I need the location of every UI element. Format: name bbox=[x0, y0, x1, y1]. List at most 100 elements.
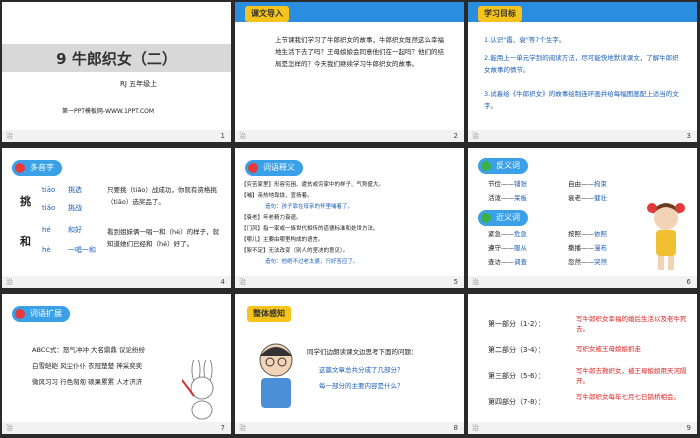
example-sentence-2: 造句：他绝不过老太婆，只好答应了。 bbox=[265, 259, 359, 265]
pinyin-2b: hè bbox=[42, 246, 51, 254]
part-3-desc: 写牛郎去救织女，被王母娘娘用天河隔开。 bbox=[576, 367, 687, 385]
question-1: 这篇文章总共分成了几部分？ bbox=[319, 366, 404, 374]
slide-9[interactable]: 第一部分（1-2）： 写牛郎织女幸福的婚后生活以及老牛死去。 第二部分（3-4）… bbox=[468, 294, 697, 434]
question-intro: 同学们边朗读课文边思考下面的问题： bbox=[307, 348, 418, 356]
slide-3[interactable]: 学习目标 1.认识"霞、衰"等7个生字。 2.能用上一单元学到的阅读方法，尽可能… bbox=[468, 2, 697, 142]
slide-number: 2 bbox=[453, 132, 458, 140]
example-1: 只要挑（tiǎo）战成功，你就有资格挑（tiāo）选奖品了。 bbox=[107, 186, 217, 206]
word-line-1: ABCC式：怒气冲冲 大名鼎鼎 议论纷纷 bbox=[32, 346, 146, 354]
example-sentence-1: 造句：孩子靠在母亲的怀里哺着了。 bbox=[265, 204, 354, 210]
example-2: 看到姐妹俩一唱一和（hè）的样子，就知道她们已经和（hé）好了。 bbox=[107, 228, 220, 248]
definition-5: 【哪儿】主要由哪里构成的语言。 bbox=[241, 237, 324, 243]
section-tag: 多音字 bbox=[12, 160, 62, 176]
section-tag: 课文导入 bbox=[245, 6, 289, 22]
section-tag: 整体感知 bbox=[247, 306, 291, 322]
slide-5[interactable]: 词语释义 【穷苦家里】形容穷困、遭贫或穷家中的样子、气势盛大。 【哺】亲热地靠拢… bbox=[235, 148, 464, 288]
intro-text: 上节课我们学习了牛郎织女的故事，牛郎织女既然这么幸福地生活下去了吗？王母娘娘会同… bbox=[275, 36, 444, 68]
antonym-pair: 自由——拘束 bbox=[568, 180, 607, 188]
synonym-pair: 遵守——服从 bbox=[488, 244, 527, 252]
goal-2: 2.能用上一单元学到的阅读方法，尽可能快地默读课文，了解牛郎织女故事的情节。 bbox=[484, 54, 679, 74]
word-2a: 和好 bbox=[68, 226, 82, 234]
slide-4[interactable]: 多音字 挑 tiāo 挑选 tiǎo 挑战 只要挑（tiǎo）战成功，你就有资格… bbox=[2, 148, 231, 288]
slide-6[interactable]: 反义词 节俭——铺张 自由——拘束 活泼——呆板 衰老——健壮 近义词 紧急——… bbox=[468, 148, 697, 288]
word-line-2: 白雪皑皑 风尘仆仆 衣冠楚楚 神采奕奕 bbox=[32, 362, 143, 370]
slide-footer: 治6 bbox=[468, 276, 697, 288]
part-4-desc: 写牛郎织女每年七月七日鹊桥相会。 bbox=[576, 393, 680, 401]
slide-number: 4 bbox=[220, 278, 225, 286]
part-4-label: 第四部分（7-8）： bbox=[488, 398, 545, 406]
slide-1[interactable]: 9 牛郎织女（二） RJ 五年级上 第一PPT模板网-WWW.1PPT.COM … bbox=[2, 2, 231, 142]
slide-number: 6 bbox=[686, 278, 691, 286]
slide-footer: 治2 bbox=[235, 130, 464, 142]
section-tag: 词语扩展 bbox=[12, 306, 70, 322]
slide-footer: 治3 bbox=[468, 130, 697, 142]
antonym-tag: 反义词 bbox=[478, 158, 528, 174]
word-1b: 挑战 bbox=[68, 204, 82, 212]
part-3-label: 第三部分（5-6）： bbox=[488, 372, 545, 380]
slide-number: 9 bbox=[686, 424, 691, 432]
boy-illustration bbox=[259, 343, 293, 408]
section-tag-label: 多音字 bbox=[30, 163, 54, 172]
footer-left: 治 bbox=[472, 278, 479, 286]
template-url: 第一PPT模板网-WWW.1PPT.COM bbox=[62, 108, 155, 115]
question-2: 每一部分的主要内容是什么？ bbox=[319, 382, 404, 390]
girl-illustration bbox=[647, 203, 685, 270]
synonym-pair: 忽然——突然 bbox=[568, 258, 607, 266]
slide-number: 7 bbox=[220, 424, 225, 432]
antonym-tag-label: 反义词 bbox=[496, 161, 520, 170]
part-1-desc: 写牛郎织女幸福的婚后生活以及老牛死去。 bbox=[576, 315, 687, 333]
rabbit-illustration bbox=[182, 360, 214, 420]
part-2-label: 第二部分（3-4）： bbox=[488, 346, 545, 354]
slide-number: 3 bbox=[686, 132, 691, 140]
slide-footer: 治8 bbox=[235, 422, 464, 434]
section-tag: 学习目标 bbox=[478, 6, 522, 22]
slide-number: 8 bbox=[453, 424, 458, 432]
synonym-tag: 近义词 bbox=[478, 210, 528, 226]
dot-icon bbox=[481, 161, 491, 171]
dot-icon bbox=[248, 163, 258, 173]
definition-1: 【穷苦家里】形容穷困、遭贫或穷家中的样子、气势盛大。 bbox=[241, 182, 385, 188]
synonym-tag-label: 近义词 bbox=[496, 213, 520, 222]
slide-footer: 治4 bbox=[2, 276, 231, 288]
goal-1: 1.认识"霞、衰"等7个生字。 bbox=[484, 36, 566, 44]
slide-8[interactable]: 整体感知 同学们边朗读课文边思考下面的问题： 这篇文章总共分成了几部分？ 每一部… bbox=[235, 294, 464, 434]
word-line-3: 微风习习 行色匆匆 硕果累累 人才济济 bbox=[32, 378, 143, 386]
slide-grid: 9 牛郎织女（二） RJ 五年级上 第一PPT模板网-WWW.1PPT.COM … bbox=[0, 0, 700, 438]
part-1-label: 第一部分（1-2）： bbox=[488, 320, 545, 328]
slide-number: 5 bbox=[453, 278, 458, 286]
footer-left: 治 bbox=[239, 278, 246, 286]
slide-footer: 治1 bbox=[2, 130, 231, 142]
goal-3: 3.试着给《牛郎织女》的故事绘制连环画并给每幅图画配上适当的文字。 bbox=[484, 90, 679, 110]
footer-left: 治 bbox=[239, 424, 246, 432]
definition-6: 【絮不定】无法改变（别人的坚决的意见）。 bbox=[241, 248, 349, 254]
section-tag: 词语释义 bbox=[245, 160, 303, 176]
dot-icon bbox=[15, 309, 25, 319]
poly-char-1: 挑 bbox=[20, 195, 31, 208]
section-tag-label: 词语扩展 bbox=[30, 309, 62, 318]
slide-footer: 治5 bbox=[235, 276, 464, 288]
footer-left: 治 bbox=[6, 132, 13, 140]
pinyin-1b: tiǎo bbox=[42, 204, 56, 212]
antonym-pair: 衰老——健壮 bbox=[568, 194, 607, 202]
footer-left: 治 bbox=[472, 424, 479, 432]
synonym-pair: 紧急——危急 bbox=[488, 230, 527, 238]
footer-left: 治 bbox=[472, 132, 479, 140]
slide-2[interactable]: 课文导入 上节课我们学习了牛郎织女的故事，牛郎织女既然这么幸福地生活下去了吗？王… bbox=[235, 2, 464, 142]
antonym-pair: 节俭——铺张 bbox=[488, 180, 527, 188]
footer-left: 治 bbox=[6, 278, 13, 286]
slide-footer: 治7 bbox=[2, 422, 231, 434]
synonym-pair: 撒播——漫布 bbox=[568, 244, 607, 252]
pinyin-2a: hé bbox=[42, 226, 51, 234]
dot-icon bbox=[481, 213, 491, 223]
slide-7[interactable]: 词语扩展 ABCC式：怒气冲冲 大名鼎鼎 议论纷纷 白雪皑皑 风尘仆仆 衣冠楚楚… bbox=[2, 294, 231, 434]
section-tag-label: 词语释义 bbox=[263, 163, 295, 172]
word-1a: 挑选 bbox=[68, 186, 82, 194]
synonym-pair: 查访——调查 bbox=[488, 258, 527, 266]
part-2-desc: 写织女被王母娘娘抓走 bbox=[576, 345, 641, 353]
slide-subtitle: RJ 五年级上 bbox=[120, 80, 158, 88]
word-2b: 一唱一和 bbox=[68, 246, 96, 254]
antonym-pair: 活泼——呆板 bbox=[488, 194, 527, 202]
pinyin-1a: tiāo bbox=[42, 186, 56, 194]
footer-left: 治 bbox=[6, 424, 13, 432]
slide-title: 9 牛郎织女（二） bbox=[56, 50, 177, 68]
